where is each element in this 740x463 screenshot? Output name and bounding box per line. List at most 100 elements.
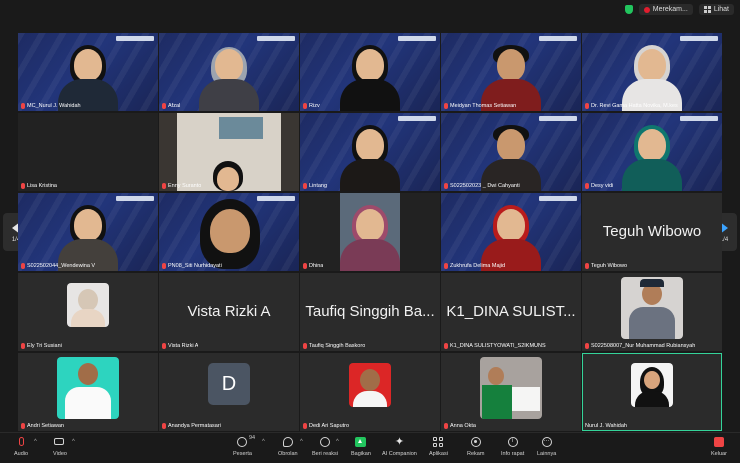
video-tile[interactable]: Zukhrufa Delima Majid <box>441 193 581 271</box>
reactions-button[interactable]: Beri reaksi <box>312 436 338 457</box>
leave-icon <box>713 437 724 447</box>
participant-video <box>184 199 274 271</box>
recording-label: Merekam... <box>652 6 688 13</box>
mic-off-icon <box>21 343 25 349</box>
record-button[interactable]: Rekam <box>467 436 484 457</box>
grid-view-icon <box>703 6 711 13</box>
mic-off-icon <box>444 423 448 429</box>
apps-label: Aplikasi <box>429 451 448 457</box>
shield-icon[interactable] <box>624 5 633 14</box>
view-button[interactable]: Lihat <box>698 4 734 15</box>
chevron-up-icon[interactable]: ^ <box>72 439 75 445</box>
mic-off-icon <box>585 343 589 349</box>
participant-name: Desy vidi <box>585 183 613 189</box>
video-tile[interactable]: Rizv <box>300 33 440 111</box>
event-banner <box>680 116 718 121</box>
video-tile[interactable]: Dedi Ari Saputro <box>300 353 440 431</box>
video-tile[interactable]: D Anandya Permatasari <box>159 353 299 431</box>
participant-video <box>197 45 261 111</box>
share-button[interactable]: Bagikan <box>351 436 371 457</box>
video-tile[interactable]: Desy vidi <box>582 113 722 191</box>
leave-button[interactable]: Keluar <box>711 436 727 457</box>
event-banner <box>257 36 295 41</box>
profile-photo <box>621 277 683 339</box>
participant-display-name: Vista Rizki A <box>187 303 271 320</box>
audio-button[interactable]: Audio <box>14 436 28 457</box>
event-banner <box>398 36 436 41</box>
top-right-controls: Merekam... Lihat <box>624 4 734 15</box>
participant-name: Lintang <box>303 183 327 189</box>
record-icon <box>470 437 481 447</box>
profile-photo <box>631 363 673 407</box>
video-tile[interactable]: Dr. Revi Gama Hatta Novika, M.kes <box>582 33 722 111</box>
mic-off-icon <box>585 263 589 269</box>
top-bar: Merekam... Lihat <box>0 0 740 22</box>
video-tile[interactable]: Andri Setiawan <box>18 353 158 431</box>
meeting-toolbar: Audio ^ Video ^ Peserta 94 ^ Obrolan ^ B… <box>0 432 740 463</box>
video-tile[interactable]: Afzal <box>159 33 299 111</box>
meeting-info-button[interactable]: i Info rapat <box>501 436 524 457</box>
info-icon: i <box>507 437 518 447</box>
heart-icon <box>319 437 330 447</box>
video-tile[interactable]: MC_Nurul J. Wahidah <box>18 33 158 111</box>
chevron-up-icon[interactable]: ^ <box>34 439 37 445</box>
participant-video <box>620 125 684 191</box>
participant-video <box>479 125 543 191</box>
participant-count: 94 <box>249 435 256 441</box>
video-tile[interactable]: Ely Tri Susiani <box>18 273 158 351</box>
video-tile[interactable]: Anna Okta <box>441 353 581 431</box>
video-button[interactable]: Video <box>53 436 67 457</box>
video-tile[interactable]: Taufiq Singgih Ba... Taufiq Singgih Bask… <box>300 273 440 351</box>
window-frame <box>219 117 263 139</box>
mic-off-icon <box>162 263 166 269</box>
more-button[interactable]: ... Lainnya <box>537 436 556 457</box>
participant-name: Enny Suranto <box>162 183 201 189</box>
participant-name: K1_DINA SULISTYOWATI_S2IKMUNS <box>444 343 546 349</box>
participant-name: Anna Okta <box>444 423 476 429</box>
mic-off-icon <box>21 183 25 189</box>
participant-name: S022502023 _ Dwi Cahyanti <box>444 183 520 189</box>
participant-video <box>479 205 543 271</box>
participant-name: MC_Nurul J. Wahidah <box>21 103 81 109</box>
apps-button[interactable]: Aplikasi <box>429 436 448 457</box>
mic-off-icon <box>162 183 166 189</box>
video-tile[interactable]: S022508007_Nur Muhammad Rubiansyah <box>582 273 722 351</box>
chevron-up-icon[interactable]: ^ <box>262 439 265 445</box>
video-tile[interactable]: Meidyan Thomas Setiawan <box>441 33 581 111</box>
event-banner <box>680 36 718 41</box>
participant-name: Ely Tri Susiani <box>21 343 62 349</box>
ai-companion-button[interactable]: ✦ AI Companion <box>382 436 417 457</box>
share-screen-icon <box>355 437 367 447</box>
chat-button[interactable]: Obrolan <box>278 436 298 457</box>
chevron-up-icon[interactable]: ^ <box>336 439 339 445</box>
record-dot-icon <box>643 6 650 13</box>
video-tile[interactable]: Lintang <box>300 113 440 191</box>
video-tile[interactable]: K1_DINA SULIST... K1_DINA SULISTYOWATI_S… <box>441 273 581 351</box>
participant-name: PN08_Siti Nurhidayati <box>162 263 222 269</box>
video-tile[interactable]: Lisa Kristina <box>18 113 158 191</box>
participant-video <box>620 45 684 111</box>
video-tile[interactable]: PN08_Siti Nurhidayati <box>159 193 299 271</box>
mic-off-icon <box>21 263 25 269</box>
video-tile[interactable]: Teguh Wibowo Teguh Wibowo <box>582 193 722 271</box>
video-tile[interactable]: Enny Suranto <box>159 113 299 191</box>
video-tile[interactable]: Vista Rizki A Vista Rizki A <box>159 273 299 351</box>
participant-video <box>56 205 120 271</box>
reactions-label: Beri reaksi <box>312 451 338 457</box>
participant-name: Taufiq Singgih Baskoro <box>303 343 365 349</box>
video-tile[interactable]: S022502044_Wendewina V <box>18 193 158 271</box>
participant-name: Afzal <box>162 103 180 109</box>
participant-display-name: K1_DINA SULIST... <box>446 303 576 320</box>
event-banner <box>116 36 154 41</box>
participant-name: S022508007_Nur Muhammad Rubiansyah <box>585 343 695 349</box>
chevron-up-icon[interactable]: ^ <box>300 439 303 445</box>
video-tile[interactable]: S022502023 _ Dwi Cahyanti <box>441 113 581 191</box>
mic-off-icon <box>162 423 166 429</box>
sparkle-icon: ✦ <box>394 436 405 448</box>
avatar: D <box>208 363 250 405</box>
video-tile-active-speaker[interactable]: Nurul J. Wahidah <box>582 353 722 431</box>
recording-indicator[interactable]: Merekam... <box>638 4 693 15</box>
participants-label: Peserta <box>233 451 252 457</box>
mic-off-icon <box>21 423 25 429</box>
video-tile[interactable]: Dhina <box>300 193 440 271</box>
